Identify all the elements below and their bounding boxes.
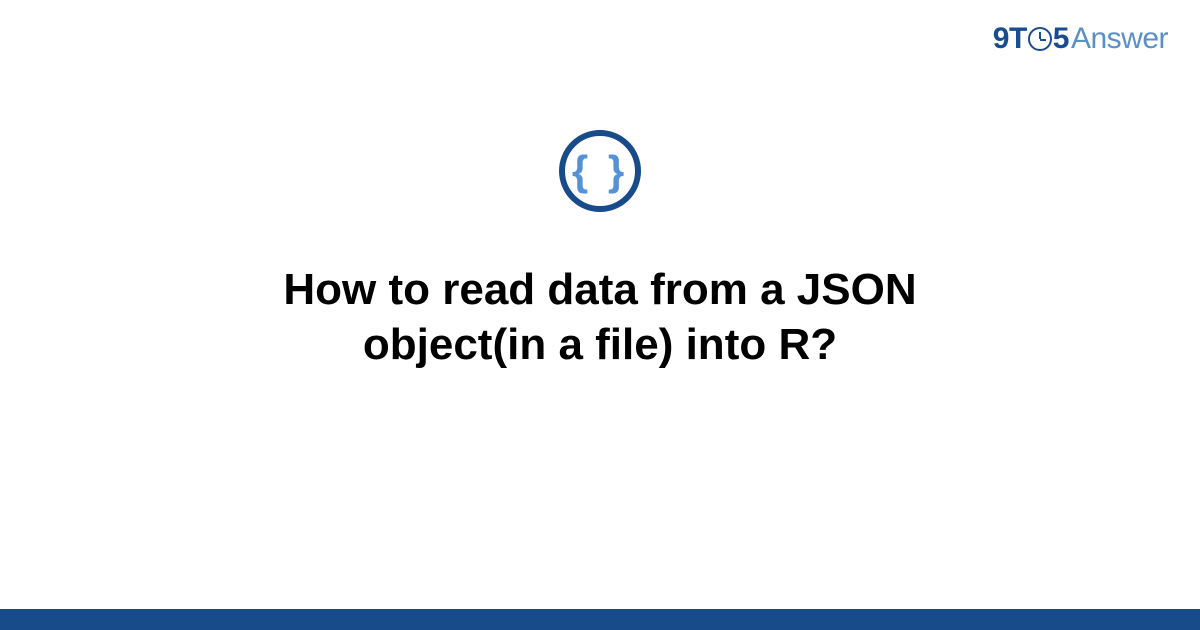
json-braces-icon: { } — [559, 130, 641, 212]
footer-bar — [0, 609, 1200, 630]
site-logo: 9 T 5 Answer — [993, 22, 1168, 56]
braces-glyph: { } — [572, 150, 628, 192]
logo-nine: 9 — [993, 22, 1009, 56]
logo-answer: Answer — [1071, 22, 1168, 56]
logo-five: 5 — [1053, 22, 1069, 56]
clock-icon — [1028, 27, 1052, 51]
page-title: How to read data from a JSON object(in a… — [150, 262, 1050, 372]
logo-t: T — [1009, 22, 1027, 56]
main-content: { } How to read data from a JSON object(… — [0, 130, 1200, 372]
